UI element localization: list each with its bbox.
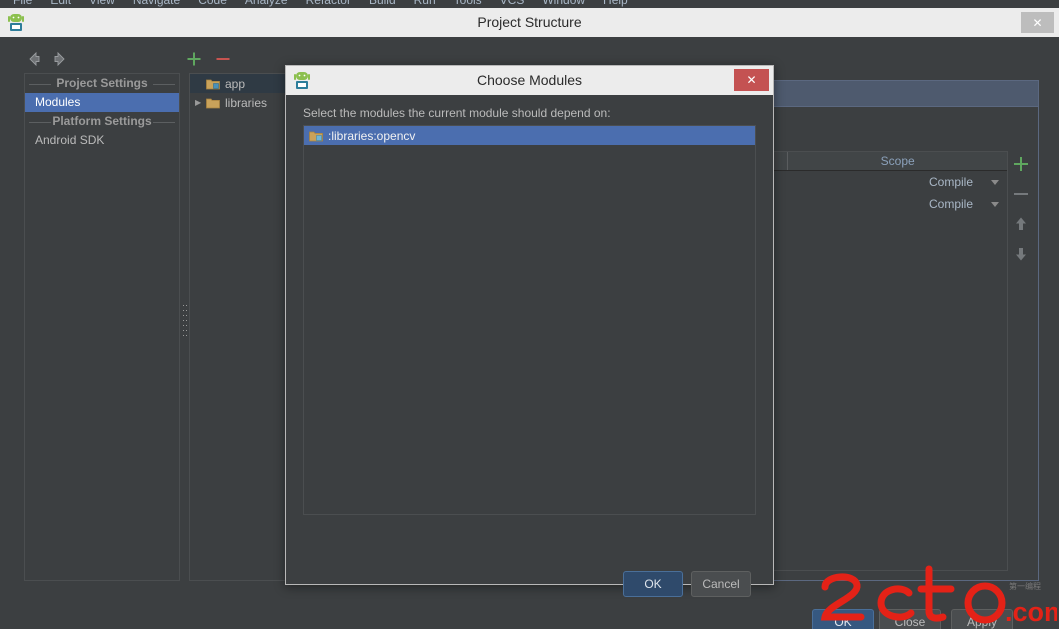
dialog-title: Choose Modules xyxy=(476,72,583,88)
menu-item-build[interactable]: Build xyxy=(360,0,405,8)
arrow-up-icon xyxy=(1012,215,1030,238)
screen-root: File Edit View Navigate Code Analyze Refactor B… xyxy=(0,0,1059,629)
list-item[interactable]: :libraries:opencv xyxy=(304,126,755,145)
project-structure-titlebar: Project Structure ✕ xyxy=(0,8,1059,38)
arrow-left-icon[interactable] xyxy=(24,49,44,69)
folder-icon xyxy=(206,97,220,109)
module-list-item-label: libraries xyxy=(225,95,268,110)
plus-icon[interactable] xyxy=(184,49,204,69)
module-list-item-label: app xyxy=(225,76,246,91)
page-title: Project Structure xyxy=(477,14,582,30)
chevron-right-icon[interactable]: ▶ xyxy=(195,98,206,107)
sidebar-group-platform-settings: Platform Settings xyxy=(25,112,179,131)
menu-item-analyze[interactable]: Analyze xyxy=(236,0,297,8)
module-folder-icon xyxy=(309,130,323,142)
ide-menu-bar: File Edit View Navigate Code Analyze Refactor B… xyxy=(0,0,1059,8)
scope-dropdown[interactable]: Compile xyxy=(788,175,1007,189)
chevron-down-icon xyxy=(991,179,999,185)
close-button[interactable]: Close xyxy=(879,609,941,629)
menu-item-help[interactable]: Help xyxy=(594,0,637,8)
minus-icon xyxy=(1012,185,1030,208)
close-icon: ✕ xyxy=(1021,12,1054,33)
dialog-prompt-label: Select the modules the current module sh… xyxy=(303,106,611,120)
splitter-grip-icon xyxy=(183,305,187,349)
column-header-scope[interactable]: Scope xyxy=(788,152,1007,170)
menu-item-file[interactable]: File xyxy=(4,0,41,8)
plus-icon xyxy=(1012,155,1030,178)
apply-button[interactable]: Apply xyxy=(951,609,1013,629)
remove-dependency-button[interactable] xyxy=(1008,181,1034,211)
chevron-down-icon xyxy=(991,201,999,207)
modules-select-list[interactable]: :libraries:opencv xyxy=(303,125,756,515)
scope-value: Compile xyxy=(928,175,973,189)
menu-item-tools[interactable]: Tools xyxy=(445,0,491,8)
move-up-button[interactable] xyxy=(1008,211,1034,241)
window-close-button[interactable]: ✕ xyxy=(1016,8,1059,37)
minus-icon[interactable] xyxy=(213,49,233,69)
list-item-label: :libraries:opencv xyxy=(328,128,416,143)
choose-modules-dialog: Choose Modules ✕ Select the modules the … xyxy=(285,65,774,597)
sidebar-item-android-sdk[interactable]: Android SDK xyxy=(25,131,179,150)
module-folder-icon xyxy=(206,78,220,90)
module-list-item-libraries[interactable]: ▶ libraries xyxy=(190,93,293,112)
module-list-panel: app ▶ libraries xyxy=(189,73,294,581)
close-icon: ✕ xyxy=(746,73,757,87)
module-list-item-app[interactable]: app xyxy=(190,74,293,93)
menu-item-run[interactable]: Run xyxy=(405,0,445,8)
dialog-ok-button[interactable]: OK xyxy=(623,571,683,597)
menu-item-window[interactable]: Window xyxy=(533,0,594,8)
menu-item-code[interactable]: Code xyxy=(189,0,236,8)
dialog-close-button[interactable]: ✕ xyxy=(734,69,769,91)
menu-item-refactor[interactable]: Refactor xyxy=(297,0,360,8)
dialog-cancel-button[interactable]: Cancel xyxy=(691,571,751,597)
choose-modules-titlebar: Choose Modules ✕ xyxy=(286,66,773,96)
choose-modules-body: Select the modules the current module sh… xyxy=(286,95,773,597)
arrow-down-icon xyxy=(1012,245,1030,268)
arrow-right-icon[interactable] xyxy=(50,49,70,69)
scope-value: Compile xyxy=(928,197,973,211)
panel-splitter[interactable] xyxy=(180,73,189,581)
menu-item-navigate[interactable]: Navigate xyxy=(124,0,189,8)
scope-dropdown[interactable]: Compile xyxy=(788,197,1007,211)
menu-item-view[interactable]: View xyxy=(80,0,124,8)
ok-button[interactable]: OK xyxy=(812,609,874,629)
menu-item-edit[interactable]: Edit xyxy=(41,0,80,8)
project-structure-footer: OK Close Apply xyxy=(10,581,1049,629)
sidebar-group-project-settings: Project Settings xyxy=(25,74,179,93)
android-icon xyxy=(293,71,311,90)
add-dependency-button[interactable] xyxy=(1008,151,1034,181)
menu-item-vcs[interactable]: VCS xyxy=(491,0,534,8)
sidebar-item-modules[interactable]: Modules xyxy=(25,93,179,112)
dependency-action-buttons xyxy=(1008,151,1034,571)
move-down-button[interactable] xyxy=(1008,241,1034,271)
settings-sidebar: Project Settings Modules Platform Settin… xyxy=(24,73,180,581)
